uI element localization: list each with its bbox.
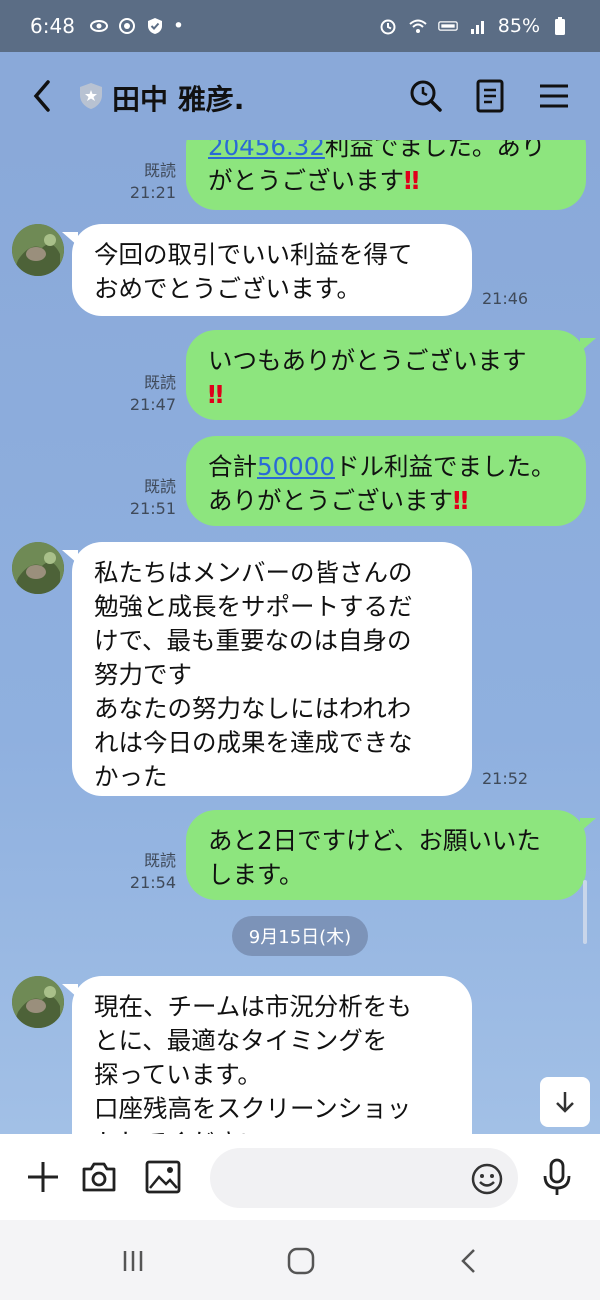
notes-icon[interactable] (470, 76, 510, 116)
amount-link[interactable]: 50000 (257, 452, 335, 481)
search-icon[interactable] (406, 76, 446, 116)
message-meta: 既読 21:51 (118, 476, 176, 520)
signal-icon (470, 21, 484, 34)
home-icon[interactable] (284, 1244, 318, 1278)
scroll-down-button[interactable] (540, 1077, 590, 1127)
message-time: 21:47 (129, 395, 176, 414)
wifi-icon (409, 19, 427, 33)
message-input-bar (0, 1134, 600, 1220)
their-message-bubble[interactable]: 私たちはメンバーの皆さんの 勉強と成長をサポートするだ けで、最も重要なのは自身… (72, 542, 472, 796)
chat-title: 田中 雅彦. (112, 83, 245, 116)
message-meta: 既読 21:54 (118, 850, 176, 894)
read-receipt: 既読 (143, 373, 176, 392)
recent-apps-icon[interactable] (116, 1244, 150, 1278)
read-receipt: 既読 (143, 851, 176, 870)
status-notification-icons: • (89, 15, 184, 37)
message-meta: 既読 21:47 (118, 372, 176, 416)
plus-icon[interactable] (22, 1156, 64, 1198)
chat-header: 田中 雅彦. (0, 52, 600, 140)
avatar[interactable] (12, 976, 64, 1028)
message-text: いつもありがとうございます (208, 346, 527, 375)
read-receipt: 既読 (143, 161, 176, 180)
image-icon[interactable] (142, 1156, 184, 1198)
status-system-icons: 85% (378, 15, 570, 37)
microphone-icon[interactable] (536, 1156, 578, 1198)
message-time: 21:46 (482, 289, 529, 308)
battery-percent: 85% (497, 15, 540, 37)
date-separator: 9月15日(木) (232, 916, 368, 956)
chat-area[interactable]: 20456.32利益でました。ありがとうございます‼ 既読 21:21 今回の取… (0, 140, 600, 1134)
my-message-bubble[interactable]: あと2日ですけど、お願いいた します。 (186, 810, 586, 900)
alarm-icon (380, 19, 396, 35)
double-exclamation-icon: ‼ (208, 380, 224, 409)
menu-icon[interactable] (534, 76, 574, 116)
their-message-bubble[interactable]: 今回の取引でいい利益を得て おめでとうございます。 (72, 224, 472, 316)
emoji-icon[interactable] (470, 1162, 504, 1196)
my-message-bubble[interactable]: 合計50000ドル利益でました。ありがとうございます‼ (186, 436, 586, 526)
their-message-bubble[interactable]: 現在、チームは市況分析をも とに、最適なタイミングを 探っています。 口座残高を… (72, 976, 472, 1134)
status-dot: • (172, 15, 185, 37)
read-receipt: 既読 (143, 477, 176, 496)
message-time: 21:54 (129, 873, 176, 892)
status-time: 6:48 (30, 14, 75, 38)
message-time: 21:21 (129, 183, 176, 202)
double-exclamation-icon: ‼ (404, 166, 420, 195)
volte-icon (437, 21, 458, 31)
camera-icon[interactable] (78, 1156, 120, 1198)
shield-icon (80, 83, 102, 109)
chevron-left-icon[interactable] (28, 78, 58, 114)
status-bar: 6:48 • 85% (0, 0, 600, 52)
system-nav-bar (0, 1220, 600, 1300)
avatar[interactable] (12, 224, 64, 276)
my-message-bubble[interactable]: いつもありがとうございます ‼ (186, 330, 586, 420)
scrollbar[interactable] (583, 880, 587, 944)
my-message-bubble[interactable]: 20456.32利益でました。ありがとうございます‼ (186, 140, 586, 210)
bubble-tail (580, 338, 596, 352)
avatar-image (12, 224, 64, 276)
avatar[interactable] (12, 542, 64, 594)
circle-target-icon (118, 18, 135, 34)
eye-icon (89, 20, 108, 32)
message-time: 21:52 (482, 769, 529, 788)
avatar-image (12, 542, 64, 594)
back-nav-icon[interactable] (452, 1244, 486, 1278)
battery-icon (555, 17, 565, 35)
message-meta: 既読 21:21 (118, 160, 176, 204)
bubble-tail (580, 818, 596, 832)
shield-check-icon (147, 18, 162, 34)
message-time: 21:51 (129, 499, 176, 518)
double-exclamation-icon: ‼ (453, 486, 469, 515)
arrow-down-icon (556, 1092, 574, 1113)
amount-link[interactable]: 20456.32 (208, 140, 325, 161)
avatar-image (12, 976, 64, 1028)
message-text: 合計 (208, 452, 257, 481)
